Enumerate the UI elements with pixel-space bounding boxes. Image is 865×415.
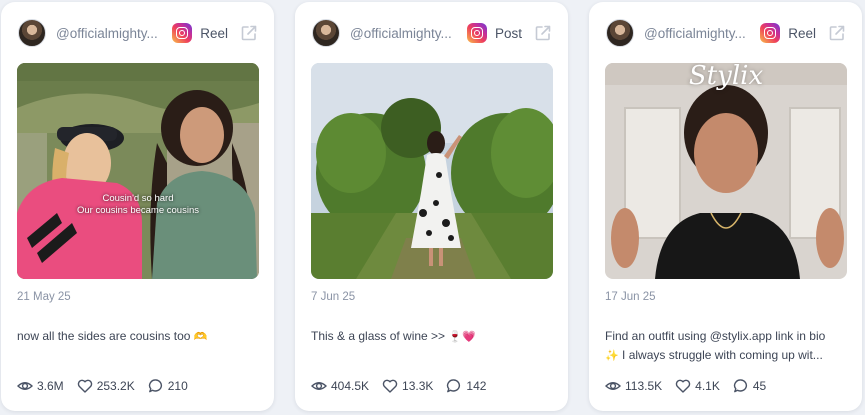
post-header: @officialmighty... Post bbox=[312, 17, 552, 49]
views-count: 404.5K bbox=[331, 379, 370, 393]
emoji: 🍷💗 bbox=[448, 331, 476, 343]
instagram-icon bbox=[760, 23, 781, 43]
post-card[interactable]: @officialmighty... Reel Stylix 17 Jun 25… bbox=[589, 2, 862, 411]
likes-stat: 253.2K bbox=[77, 378, 135, 394]
external-link-icon[interactable] bbox=[534, 24, 552, 42]
post-type-label: Reel bbox=[788, 25, 816, 41]
post-type-label: Reel bbox=[200, 25, 228, 41]
account-handle[interactable]: @officialmighty... bbox=[56, 26, 172, 41]
likes-stat: 4.1K bbox=[675, 378, 720, 394]
post-card[interactable]: @officialmighty... Reel Cousin'd so hard… bbox=[1, 2, 274, 411]
likes-count: 4.1K bbox=[695, 379, 720, 393]
instagram-icon bbox=[172, 23, 193, 43]
post-header: @officialmighty... Reel bbox=[18, 17, 258, 49]
views-count: 113.5K bbox=[625, 379, 663, 393]
post-text: This & a glass of wine >> 🍷💗 bbox=[311, 327, 555, 347]
emoji: ✨ bbox=[605, 350, 619, 362]
post-text: Find an outfit using @stylix.app link in… bbox=[605, 327, 849, 366]
post-media[interactable] bbox=[311, 63, 553, 279]
media-image bbox=[605, 63, 847, 279]
post-media[interactable]: Cousin'd so hard Our cousins became cous… bbox=[17, 63, 259, 279]
avatar[interactable] bbox=[312, 19, 340, 47]
views-stat: 3.6M bbox=[17, 378, 64, 394]
eye-icon bbox=[605, 382, 621, 390]
post-text: now all the sides are cousins too 🫶 bbox=[17, 327, 261, 347]
account-handle[interactable]: @officialmighty... bbox=[350, 26, 467, 41]
media-image bbox=[311, 63, 553, 279]
avatar[interactable] bbox=[606, 19, 634, 47]
post-stats: 3.6M 253.2K 210 bbox=[17, 378, 201, 394]
instagram-icon bbox=[466, 23, 487, 43]
comments-count: 210 bbox=[167, 379, 188, 393]
likes-count: 13.3K bbox=[402, 379, 434, 393]
media-image bbox=[17, 63, 259, 279]
heart-icon bbox=[77, 379, 92, 393]
post-date: 21 May 25 bbox=[17, 291, 71, 303]
comments-stat: 142 bbox=[446, 378, 486, 394]
views-stat: 404.5K bbox=[311, 378, 369, 394]
posts-grid: @officialmighty... Reel Cousin'd so hard… bbox=[0, 0, 865, 415]
comments-stat: 210 bbox=[148, 378, 188, 394]
post-date: 17 Jun 25 bbox=[605, 291, 656, 303]
eye-icon bbox=[311, 382, 327, 390]
emoji: 🫶 bbox=[193, 331, 208, 343]
post-text-line2: ✨ I always struggle with coming up wit..… bbox=[605, 346, 849, 366]
comment-icon bbox=[148, 379, 162, 393]
post-type-label: Post bbox=[494, 25, 522, 41]
comments-count: 45 bbox=[752, 379, 767, 393]
avatar[interactable] bbox=[18, 19, 46, 47]
post-text-body: Find an outfit using @stylix.app link in… bbox=[605, 329, 826, 343]
post-text-body: now all the sides are cousins too bbox=[17, 329, 191, 343]
comments-stat: 45 bbox=[733, 378, 766, 394]
post-stats: 404.5K 13.3K 142 bbox=[311, 378, 499, 394]
external-link-icon[interactable] bbox=[240, 24, 258, 42]
views-count: 3.6M bbox=[37, 379, 64, 393]
post-card[interactable]: @officialmighty... Post 7 Jun 25 This & … bbox=[295, 2, 568, 411]
views-stat: 113.5K bbox=[605, 378, 662, 394]
heart-icon bbox=[675, 379, 691, 393]
eye-icon bbox=[17, 382, 33, 390]
account-handle[interactable]: @officialmighty... bbox=[644, 26, 760, 41]
post-media[interactable]: Stylix bbox=[605, 63, 847, 279]
post-date: 7 Jun 25 bbox=[311, 291, 356, 303]
comments-count: 142 bbox=[466, 379, 487, 393]
post-stats: 113.5K 4.1K 45 bbox=[605, 378, 779, 394]
media-caption-overlay: Cousin'd so hard Our cousins became cous… bbox=[17, 193, 259, 217]
app-logo-overlay: Stylix bbox=[688, 63, 764, 91]
post-text-body: This & a glass of wine >> bbox=[311, 329, 446, 343]
caption-line: Our cousins became cousins bbox=[77, 205, 199, 216]
external-link-icon[interactable] bbox=[828, 24, 846, 42]
heart-icon bbox=[382, 379, 398, 393]
comment-icon bbox=[447, 379, 461, 393]
likes-count: 253.2K bbox=[96, 379, 135, 393]
post-header: @officialmighty... Reel bbox=[606, 17, 846, 49]
caption-line: Cousin'd so hard bbox=[102, 193, 174, 204]
comment-icon bbox=[733, 379, 747, 393]
likes-stat: 13.3K bbox=[382, 378, 433, 394]
post-text-continued: I always struggle with coming up wit... bbox=[622, 348, 823, 362]
